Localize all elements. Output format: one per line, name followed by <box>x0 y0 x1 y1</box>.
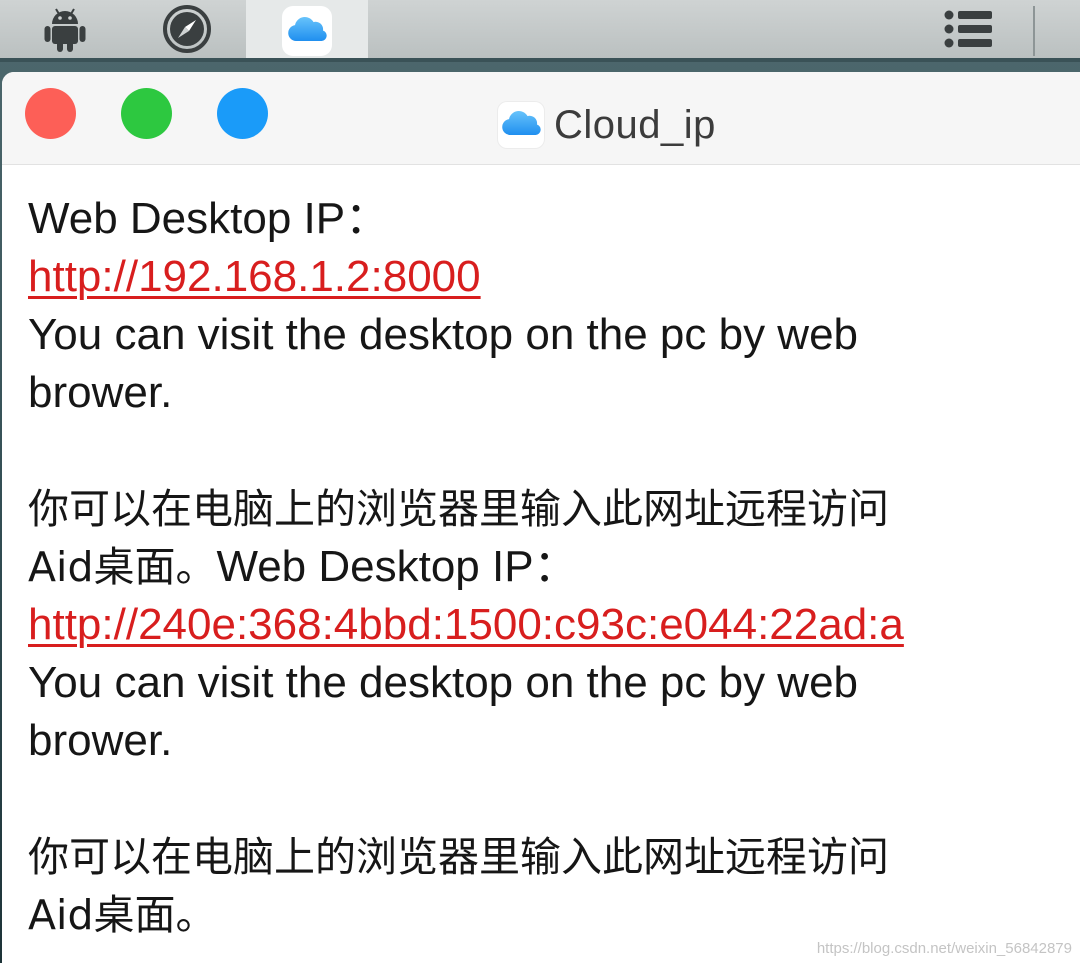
ipv4-chinese-description: 你可以在电脑上的浏览器里输入此网址远程访问 <box>28 485 889 533</box>
window-title: Cloud_ip <box>498 100 716 150</box>
android-icon <box>44 6 86 57</box>
taskbar-cloud-ip-button[interactable] <box>246 0 368 62</box>
ipv4-url-link[interactable]: http://192.168.1.2:8000 <box>28 248 1080 306</box>
title-app-tile <box>498 102 544 148</box>
compass-icon <box>162 4 212 59</box>
ipv4-label: Web Desktop IP： <box>28 194 390 243</box>
cloud-app-tile <box>282 6 332 56</box>
watermark: https://blog.csdn.net/weixin_56842879 <box>816 940 1072 957</box>
ipv4-chinese-description-end: Aid桌面。 <box>28 543 217 591</box>
taskbar-android-button[interactable] <box>4 0 126 62</box>
cloud-icon <box>501 110 541 141</box>
taskbar <box>0 0 1080 62</box>
taskbar-divider <box>1033 6 1035 56</box>
ipv6-chinese-description: 你可以在电脑上的浏览器里输入此网址远程访问 <box>28 833 889 881</box>
taskbar-browser-button[interactable] <box>126 0 248 62</box>
ipv6-chinese-description-end: Aid桌面。 <box>28 891 217 939</box>
ipv6-label: Web Desktop IP： <box>216 542 578 591</box>
cloud-ip-window: Cloud_ip Web Desktop IP： http://192.168.… <box>2 72 1080 963</box>
cloud-icon <box>287 16 327 47</box>
ipv6-label-line: Aid桌面。Web Desktop IP： <box>28 538 1080 596</box>
ipv6-url-link[interactable]: http://240e:368:4bbd:1500:c93c:e044:22ad… <box>28 596 1080 654</box>
ip-info-content: Web Desktop IP： http://192.168.1.2:8000 … <box>28 190 1080 944</box>
maximize-button[interactable] <box>217 88 268 139</box>
ipv6-description-line2: brower. <box>28 716 173 765</box>
close-button[interactable] <box>25 88 76 139</box>
taskbar-menu-button[interactable] <box>908 0 1030 62</box>
list-menu-icon <box>944 9 994 54</box>
window-title-text: Cloud_ip <box>554 102 716 147</box>
ipv4-description-line1: You can visit the desktop on the pc by w… <box>28 310 859 359</box>
ipv4-description-line2: brower. <box>28 368 173 417</box>
minimize-button[interactable] <box>121 88 172 139</box>
ipv6-description-line1: You can visit the desktop on the pc by w… <box>28 658 859 707</box>
window-titlebar[interactable]: Cloud_ip <box>2 72 1080 165</box>
